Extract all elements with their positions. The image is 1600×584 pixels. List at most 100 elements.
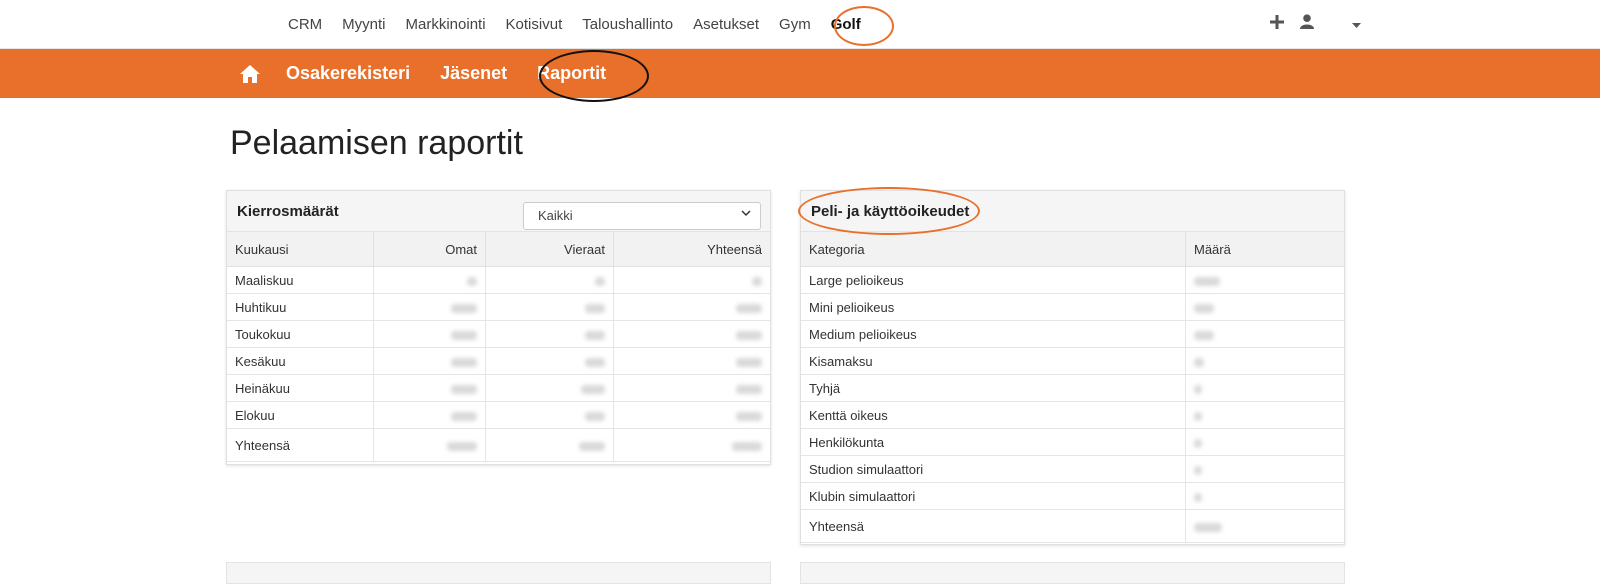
home-icon[interactable] xyxy=(240,64,260,83)
blurred-value xyxy=(485,293,614,321)
total-row: Yhteensä xyxy=(227,428,770,462)
nav-kotisivut[interactable]: Kotisivut xyxy=(506,16,563,33)
nav-crm[interactable]: CRM xyxy=(288,16,322,33)
row-label: Yhteensä xyxy=(227,428,374,462)
rights-panel-header: Peli- ja käyttöoikeudet xyxy=(801,191,1344,232)
table-row: Tyhjä xyxy=(801,374,1344,402)
table-row: Kesäkuu xyxy=(227,347,770,375)
subnav-jasenet[interactable]: Jäsenet xyxy=(440,63,507,84)
blurred-value xyxy=(485,401,614,429)
blurred-value xyxy=(373,320,486,348)
blurred-value xyxy=(613,428,770,462)
table-row: Elokuu xyxy=(227,401,770,429)
table-row: Huhtikuu xyxy=(227,293,770,321)
column-header: Kuukausi xyxy=(227,232,374,267)
top-navigation: CRM Myynti Markkinointi Kotisivut Talous… xyxy=(0,0,1600,49)
blurred-value xyxy=(373,374,486,402)
nav-myynti[interactable]: Myynti xyxy=(342,16,385,33)
blurred-value xyxy=(613,347,770,375)
table-row: Studion simulaattori xyxy=(801,455,1344,483)
subnav-osakerekisteri[interactable]: Osakerekisteri xyxy=(286,63,410,84)
golf-subnav: Osakerekisteri Jäsenet Raportit xyxy=(0,49,1600,98)
blurred-value xyxy=(1185,428,1344,456)
rounds-filter-select[interactable]: Kaikki xyxy=(523,202,761,230)
nav-taloushallinto[interactable]: Taloushallinto xyxy=(582,16,673,33)
blurred-value xyxy=(373,266,486,294)
blurred-value xyxy=(613,266,770,294)
plus-icon[interactable] xyxy=(1270,14,1284,34)
blurred-value xyxy=(1185,266,1344,294)
user-icon[interactable] xyxy=(1300,14,1314,34)
main-menu: CRM Myynti Markkinointi Kotisivut Talous… xyxy=(288,0,881,48)
row-label: Mini pelioikeus xyxy=(801,293,1186,321)
rights-panel: Peli- ja käyttöoikeudet Kategoria Määrä … xyxy=(800,190,1345,545)
rounds-title: Kierrosmäärät xyxy=(237,203,339,220)
row-label: Studion simulaattori xyxy=(801,455,1186,483)
blurred-value xyxy=(1185,509,1344,543)
table-row: Kisamaksu xyxy=(801,347,1344,375)
row-label: Yhteensä xyxy=(801,509,1186,543)
column-header: Yhteensä xyxy=(613,232,770,267)
nav-gym[interactable]: Gym xyxy=(779,16,811,33)
table-row: Heinäkuu xyxy=(227,374,770,402)
rounds-filter-value: Kaikki xyxy=(538,208,573,223)
blurred-value xyxy=(485,266,614,294)
toolbar-right xyxy=(1270,0,1361,48)
blurred-value xyxy=(373,428,486,462)
blurred-value xyxy=(373,293,486,321)
blurred-value xyxy=(373,401,486,429)
column-header: Vieraat xyxy=(485,232,614,267)
rights-table: Kategoria Määrä Large pelioikeus Mini pe… xyxy=(801,232,1344,543)
row-label: Medium pelioikeus xyxy=(801,320,1186,348)
row-label: Klubin simulaattori xyxy=(801,482,1186,510)
row-label: Kisamaksu xyxy=(801,347,1186,375)
rights-table-header: Kategoria Määrä xyxy=(801,232,1344,267)
table-row: Large pelioikeus xyxy=(801,266,1344,294)
page-title: Pelaamisen raportit xyxy=(230,124,523,162)
nav-asetukset[interactable]: Asetukset xyxy=(693,16,759,33)
caret-down-icon[interactable] xyxy=(1352,15,1361,33)
subnav-items: Osakerekisteri Jäsenet Raportit xyxy=(240,49,636,98)
row-label: Huhtikuu xyxy=(227,293,374,321)
rounds-panel: Kierrosmäärät Kaikki Kuukausi Omat Viera… xyxy=(226,190,771,465)
rounds-table: Kuukausi Omat Vieraat Yhteensä Maaliskuu… xyxy=(227,232,770,462)
blurred-value xyxy=(485,428,614,462)
blurred-value xyxy=(613,293,770,321)
table-row: Medium pelioikeus xyxy=(801,320,1344,348)
blurred-value xyxy=(1185,320,1344,348)
table-row: Mini pelioikeus xyxy=(801,293,1344,321)
row-label: Kenttä oikeus xyxy=(801,401,1186,429)
row-label: Maaliskuu xyxy=(227,266,374,294)
nav-golf[interactable]: Golf xyxy=(831,16,861,33)
row-label: Toukokuu xyxy=(227,320,374,348)
column-header: Omat xyxy=(373,232,486,267)
column-header: Kategoria xyxy=(801,232,1186,267)
table-row: Maaliskuu xyxy=(227,266,770,294)
row-label: Elokuu xyxy=(227,401,374,429)
column-header: Määrä xyxy=(1185,232,1344,267)
blurred-value xyxy=(373,347,486,375)
blurred-value xyxy=(485,347,614,375)
table-row: Klubin simulaattori xyxy=(801,482,1344,510)
table-row: Toukokuu xyxy=(227,320,770,348)
row-label: Henkilökunta xyxy=(801,428,1186,456)
blurred-value xyxy=(1185,374,1344,402)
blurred-value xyxy=(613,374,770,402)
rights-title: Peli- ja käyttöoikeudet xyxy=(811,203,970,220)
blurred-value xyxy=(1185,482,1344,510)
rounds-table-header: Kuukausi Omat Vieraat Yhteensä xyxy=(227,232,770,267)
blurred-value xyxy=(1185,455,1344,483)
rounds-panel-header: Kierrosmäärät Kaikki xyxy=(227,191,770,232)
blurred-value xyxy=(1185,401,1344,429)
blurred-value xyxy=(613,401,770,429)
chevron-down-icon xyxy=(740,207,752,222)
row-label: Kesäkuu xyxy=(227,347,374,375)
blurred-value xyxy=(613,320,770,348)
blurred-value xyxy=(1185,347,1344,375)
row-label: Large pelioikeus xyxy=(801,266,1186,294)
blurred-value xyxy=(1185,293,1344,321)
total-row: Yhteensä xyxy=(801,509,1344,543)
nav-markkinointi[interactable]: Markkinointi xyxy=(406,16,486,33)
subnav-raportit[interactable]: Raportit xyxy=(537,63,606,84)
row-label: Heinäkuu xyxy=(227,374,374,402)
